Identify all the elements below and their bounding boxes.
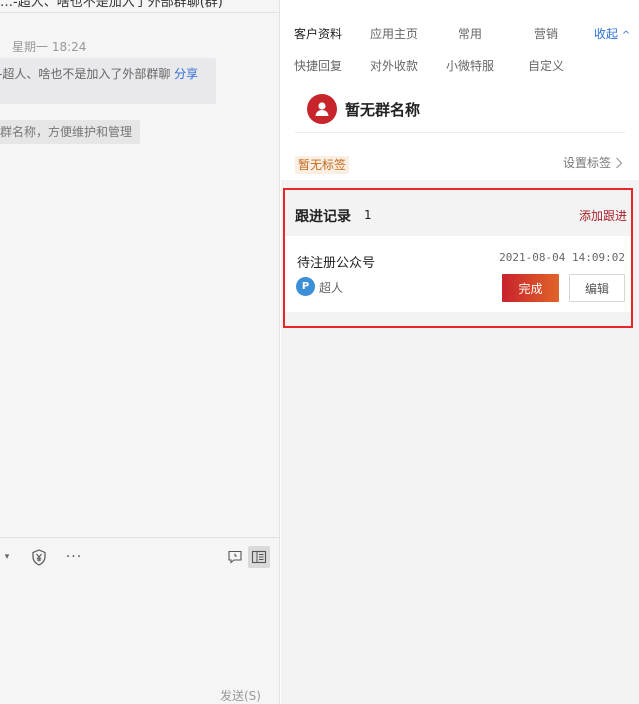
divider bbox=[295, 132, 625, 133]
customer-name: 暂无群名称 bbox=[345, 101, 421, 119]
follow-up-owner: 超人 bbox=[319, 281, 344, 295]
tab-common[interactable]: 常用 bbox=[458, 25, 482, 42]
collapse-button[interactable]: 收起 ^ bbox=[594, 25, 630, 42]
chat-pane: …-超人、啥也不是加入了外部群聊(群) 星期一 18:24 -超人、啥也不是加入… bbox=[0, 0, 280, 704]
edit-button[interactable]: 编辑 bbox=[569, 274, 625, 302]
tab-marketing[interactable]: 营销 bbox=[534, 25, 558, 42]
tab-micro-service[interactable]: 小微特服 bbox=[446, 57, 494, 74]
more-icon[interactable]: ··· bbox=[64, 546, 84, 568]
message-bubble: -超人、啥也不是加入了外部群聊 分享 bbox=[0, 58, 216, 104]
tab-customer-profile[interactable]: 客户资料 bbox=[294, 25, 342, 42]
chat-title: …-超人、啥也不是加入了外部群聊(群) bbox=[0, 0, 223, 10]
owner-avatar-icon: P bbox=[296, 277, 315, 296]
add-follow-up-button[interactable]: 添加跟进 bbox=[579, 207, 627, 224]
side-panel-icon[interactable] bbox=[248, 546, 270, 568]
tab-app-home[interactable]: 应用主页 bbox=[370, 25, 418, 42]
follow-up-item: 待注册公众号 2021-08-04 14:09:02 P 超人 完成 编辑 bbox=[285, 236, 631, 312]
tab-custom[interactable]: 自定义 bbox=[528, 57, 564, 74]
tab-quick-reply[interactable]: 快捷回复 bbox=[294, 57, 342, 74]
set-tag-label: 设置标签 bbox=[562, 156, 611, 170]
tag-badge: 暂无标签 bbox=[295, 156, 350, 174]
complete-button[interactable]: 完成 bbox=[502, 274, 559, 302]
chevron-up-icon: ^ bbox=[621, 30, 631, 41]
set-tag-button[interactable]: 设置标签 bbox=[563, 154, 623, 171]
follow-up-item-title: 待注册公众号 bbox=[297, 256, 376, 271]
follow-up-title: 跟进记录 bbox=[295, 209, 351, 225]
follow-up-header: 跟进记录 1 添加跟进 bbox=[285, 190, 631, 236]
system-tip: 群名称，方便维护和管理 bbox=[0, 120, 141, 144]
tab-external-payment[interactable]: 对外收款 bbox=[370, 57, 418, 74]
input-toolbar: ▾ ··· bbox=[0, 537, 279, 575]
yuan-shield-icon[interactable] bbox=[30, 546, 48, 568]
group-avatar-icon bbox=[307, 94, 337, 124]
message-timestamp: 星期一 18:24 bbox=[12, 40, 87, 54]
customer-panel: 客户资料 应用主页 常用 营销 收起 ^ 快捷回复 对外收款 小微特服 自定义 … bbox=[281, 0, 639, 704]
follow-up-item-time: 2021-08-04 14:09:02 bbox=[499, 251, 625, 264]
message-text: -超人、啥也不是加入了外部群聊 bbox=[0, 67, 171, 81]
send-button[interactable]: 发送(S) bbox=[220, 687, 261, 704]
chat-time-icon[interactable] bbox=[226, 546, 244, 568]
chat-header-divider bbox=[0, 12, 279, 13]
customer-card: 暂无群名称 暂无标签 设置标签 bbox=[281, 80, 639, 180]
follow-up-section: 跟进记录 1 添加跟进 待注册公众号 2021-08-04 14:09:02 P… bbox=[283, 188, 633, 328]
share-link[interactable]: 分享 bbox=[174, 67, 198, 81]
follow-up-count: 1 bbox=[364, 208, 372, 222]
collapse-label: 收起 bbox=[594, 27, 619, 41]
chevron-down-icon[interactable]: ▾ bbox=[2, 546, 12, 568]
tab-bar: 客户资料 应用主页 常用 营销 收起 ^ 快捷回复 对外收款 小微特服 自定义 bbox=[281, 0, 639, 80]
chevron-right-icon bbox=[616, 157, 623, 168]
